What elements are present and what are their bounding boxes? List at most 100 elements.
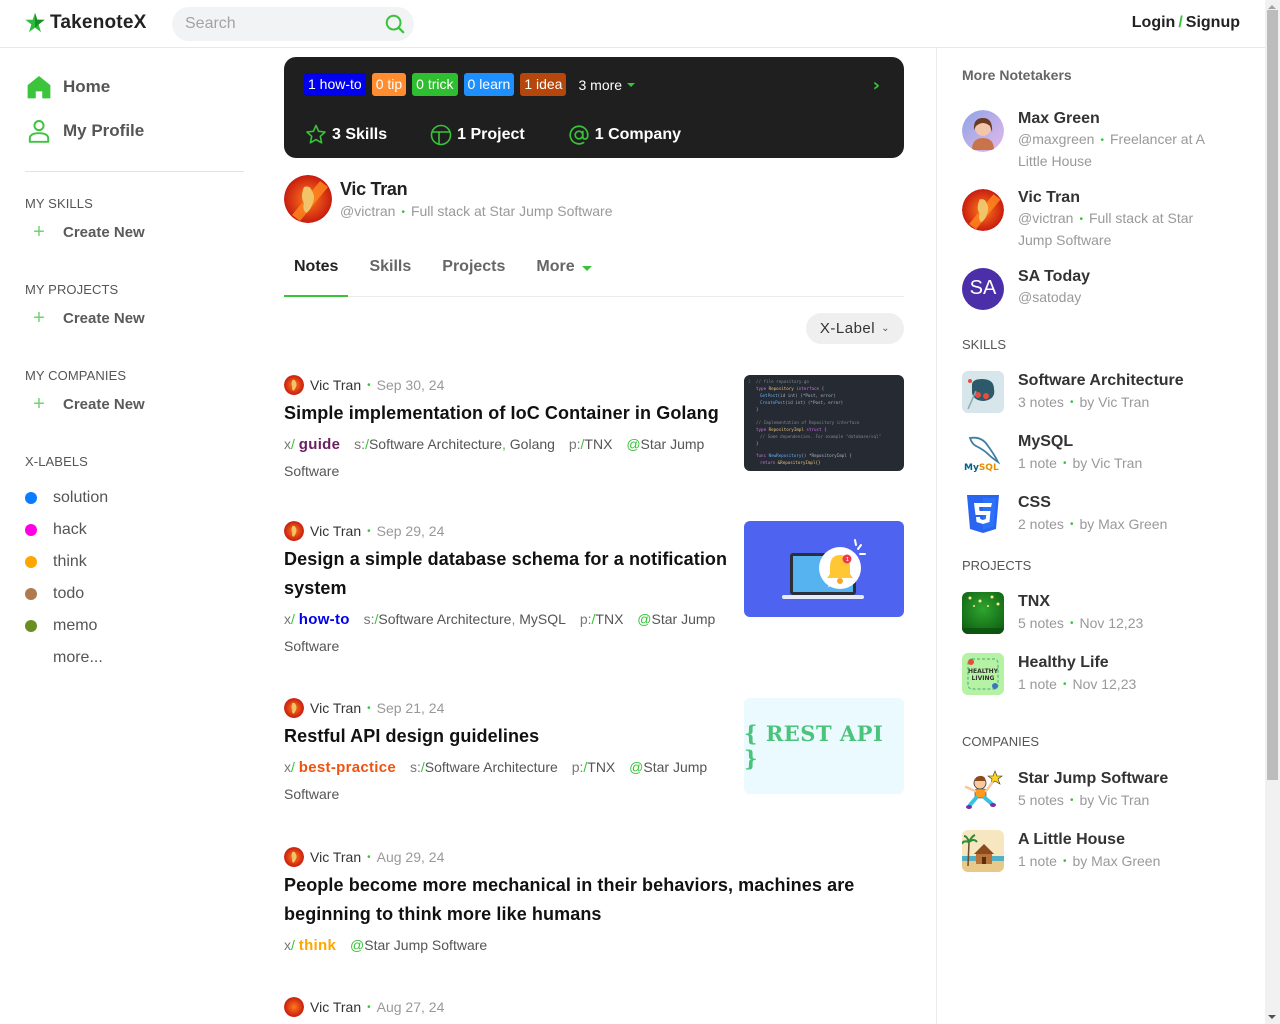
at-prefix: @ xyxy=(629,759,644,775)
avatar[interactable] xyxy=(284,698,304,718)
stat-tags-more-dropdown[interactable]: 3 more xyxy=(578,77,636,93)
svg-text:MySQL: MySQL xyxy=(964,463,999,473)
scroll-down-arrow-icon[interactable] xyxy=(1268,1015,1276,1019)
note-skill-link[interactable]: Software Architecture xyxy=(425,759,558,775)
star-logo-icon xyxy=(25,12,45,33)
search-icon[interactable] xyxy=(384,13,406,35)
x-label-more-link[interactable]: more... xyxy=(25,642,244,674)
note-x-label[interactable]: how-to xyxy=(299,611,350,628)
note-author[interactable]: Vic Tran xyxy=(310,523,361,539)
note-x-label[interactable]: think xyxy=(299,937,336,954)
note-skill-link[interactable]: MySQL xyxy=(519,611,566,627)
note-title[interactable]: Design a simple database schema for a no… xyxy=(284,545,734,603)
company-item[interactable]: Star Jump Software 5 notes • by Vic Tran xyxy=(962,768,1265,830)
svg-text:}: } xyxy=(756,407,759,412)
tab-more[interactable]: More xyxy=(526,250,601,296)
note-skill-link[interactable]: Golang xyxy=(510,436,555,452)
skills-count[interactable]: 3 Skills xyxy=(304,123,387,147)
avatar[interactable] xyxy=(284,847,304,867)
x-label-todo[interactable]: todo xyxy=(25,578,244,610)
create-skill-button[interactable]: + Create New xyxy=(25,212,244,252)
x-label-hack[interactable]: hack xyxy=(25,514,244,546)
notetaker-item[interactable]: Max Green @maxgreen • Freelancer at A Litt… xyxy=(962,110,1265,172)
skill-item[interactable]: CSS 2 notes • by Max Green xyxy=(962,492,1265,554)
page-scrollbar[interactable] xyxy=(1265,0,1280,1024)
at-prefix: @ xyxy=(626,436,641,452)
skill-meta: 2 notes • by Max Green xyxy=(1018,516,1167,532)
stat-tag-tip[interactable]: 0 tip xyxy=(371,73,407,96)
project-name: Healthy Life xyxy=(1018,653,1109,671)
note-thumbnail-rest-api[interactable]: { REST API } xyxy=(744,698,904,794)
project-thumbnail xyxy=(962,591,1004,634)
note-project-link[interactable]: TNX xyxy=(587,759,615,775)
note-meta: x/ think @Star Jump Software xyxy=(284,932,734,959)
avatar[interactable] xyxy=(284,521,304,541)
note-author[interactable]: Vic Tran xyxy=(310,849,361,865)
svg-text:CreatePost(id int) (*Post, err: CreatePost(id int) (*Post, error) xyxy=(760,400,843,405)
skill-item[interactable]: MySQL MySQL 1 note • by Vic Tran xyxy=(962,431,1265,493)
chevron-right-icon[interactable]: › xyxy=(873,75,880,96)
project-item[interactable]: HEALTHY LIVING Healthy Life 1 note • Nov 1… xyxy=(962,652,1265,714)
dot-separator: • xyxy=(367,702,371,714)
scrollbar-thumb[interactable] xyxy=(1267,10,1278,780)
signup-link[interactable]: Signup xyxy=(1186,14,1240,31)
note-project-link[interactable]: TNX xyxy=(595,611,623,627)
note-title[interactable]: People become more mechanical in their b… xyxy=(284,871,884,929)
avatar[interactable] xyxy=(284,375,304,395)
tab-projects[interactable]: Projects xyxy=(432,250,515,296)
x-label-solution[interactable]: solution xyxy=(25,482,244,514)
note-x-label[interactable]: guide xyxy=(299,436,341,453)
code-snippet-image: 1 // file repository.go type Repository i… xyxy=(748,379,881,465)
note-author[interactable]: Vic Tran xyxy=(310,700,361,716)
create-project-button[interactable]: + Create New xyxy=(25,298,244,338)
nav-home[interactable]: Home xyxy=(25,65,244,109)
projects-count[interactable]: 1 Project xyxy=(429,123,525,147)
note-author[interactable]: Vic Tran xyxy=(310,999,361,1015)
company-meta: 1 note • by Max Green xyxy=(1018,853,1160,869)
tab-skills[interactable]: Skills xyxy=(359,250,421,296)
stat-tag-trick[interactable]: 0 trick xyxy=(412,73,458,96)
skill-name: Software Architecture xyxy=(1018,371,1184,389)
note-skill-link[interactable]: Software Architecture xyxy=(369,436,502,452)
stat-tag-how-to[interactable]: 1 how-to xyxy=(304,73,366,96)
avatar[interactable] xyxy=(284,997,304,1017)
x-label-memo[interactable]: memo xyxy=(25,610,244,642)
note-header: Vic Tran • Aug 29, 24 xyxy=(284,847,904,867)
note-thumbnail-code[interactable]: 1 // file repository.go type Repository i… xyxy=(744,375,904,471)
note-title[interactable]: Simple implementation of IoC Container i… xyxy=(284,399,734,428)
logo[interactable]: TakenoteX xyxy=(24,12,146,34)
create-company-button[interactable]: + Create New xyxy=(25,384,244,424)
login-link[interactable]: Login xyxy=(1132,14,1176,31)
tab-notes[interactable]: Notes xyxy=(284,250,349,297)
note-project-link[interactable]: TNX xyxy=(584,436,612,452)
skill-item[interactable]: Software Architecture 3 notes • by Vic Tra… xyxy=(962,370,1265,432)
note-title[interactable]: Restful API design guidelines xyxy=(284,722,734,751)
note-skill-link[interactable]: Software Architecture xyxy=(378,611,511,627)
note-x-label[interactable]: best-practice xyxy=(299,759,396,776)
project-item[interactable]: TNX 5 notes • Nov 12,23 xyxy=(962,591,1265,653)
search-box[interactable] xyxy=(172,7,414,41)
stat-tag-learn[interactable]: 0 learn xyxy=(463,73,515,96)
scroll-up-arrow-icon[interactable] xyxy=(1268,5,1276,9)
notetaker-item[interactable]: SA SA Today @satoday xyxy=(962,267,1265,310)
x-label-think[interactable]: think xyxy=(25,546,244,578)
note-date: Sep 30, 24 xyxy=(376,377,445,393)
search-input[interactable] xyxy=(172,15,372,33)
company-thumbnail xyxy=(962,829,1004,872)
profile-subtitle: @victran • Full stack at Star Jump Softwar… xyxy=(340,203,613,219)
note-company[interactable]: @Star Jump Software xyxy=(350,937,487,953)
x-label-filter-dropdown[interactable]: X-Label ⌄ xyxy=(805,313,904,344)
x-label-prefix: x xyxy=(284,611,291,627)
note-item: Vic Tran • Sep 21, 24 Restful API design… xyxy=(284,698,904,808)
avatar[interactable] xyxy=(284,175,332,223)
note-date: Sep 21, 24 xyxy=(376,700,445,716)
companies-count[interactable]: 1 Company xyxy=(567,123,681,147)
stat-tag-idea[interactable]: 1 idea xyxy=(520,73,567,96)
note-date: Aug 29, 24 xyxy=(376,849,445,865)
skills-prefix: s: xyxy=(354,436,366,452)
note-author[interactable]: Vic Tran xyxy=(310,377,361,393)
note-thumbnail-notification[interactable]: 1 xyxy=(744,521,904,617)
notetaker-item[interactable]: Vic Tran @victran • Full stack at Star Jum… xyxy=(962,188,1265,251)
company-item[interactable]: A Little House 1 note • by Max Green xyxy=(962,829,1265,891)
nav-my-profile[interactable]: My Profile xyxy=(25,109,244,153)
